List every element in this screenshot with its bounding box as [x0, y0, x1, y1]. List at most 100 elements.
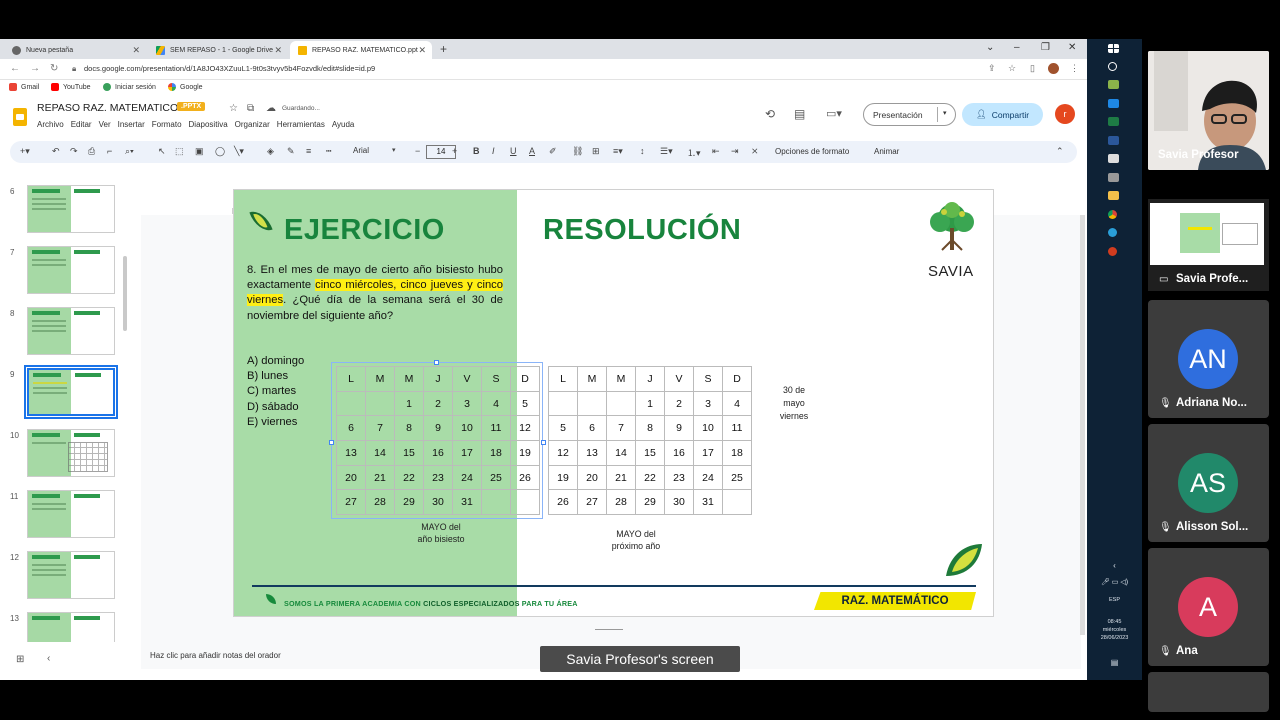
- comments-icon[interactable]: ▤: [794, 107, 805, 121]
- slide-thumbnail[interactable]: [27, 246, 115, 294]
- answer-options[interactable]: A) domingo B) lunes C) martes D) sábado …: [247, 354, 304, 430]
- resize-handle[interactable]: [434, 360, 439, 365]
- calendar-day-cell[interactable]: 28: [365, 489, 395, 516]
- highlight-icon[interactable]: ✐: [549, 146, 557, 157]
- calendar-day-cell[interactable]: [577, 390, 607, 417]
- menu-item[interactable]: Formato: [152, 120, 182, 129]
- border-dash-icon[interactable]: ┅: [326, 146, 331, 157]
- undo-icon[interactable]: ↶: [52, 146, 60, 157]
- calendar-day-cell[interactable]: 31: [693, 489, 723, 516]
- calendar-day-cell[interactable]: 23: [664, 464, 694, 491]
- browser-menu-icon[interactable]: ⋮: [1070, 63, 1079, 74]
- presenter-video-tile[interactable]: Savia Profesor: [1148, 51, 1269, 170]
- notification-icon[interactable]: ▤: [1087, 659, 1142, 667]
- calendar-day-cell[interactable]: 17: [452, 440, 482, 466]
- close-tab-icon[interactable]: ✕: [418, 45, 426, 56]
- calendar-day-cell[interactable]: 27: [336, 489, 366, 516]
- calendar-day-cell[interactable]: 6: [577, 415, 607, 442]
- print-icon[interactable]: ⎙: [88, 146, 95, 157]
- calendar-day-cell[interactable]: 10: [693, 415, 723, 442]
- calendar-day-cell[interactable]: 9: [423, 415, 453, 442]
- calendar-day-cell[interactable]: 14: [606, 440, 636, 466]
- resolution-heading[interactable]: RESOLUCIÓN: [543, 214, 741, 247]
- calendar-day-cell[interactable]: 23: [423, 464, 453, 491]
- calendar-day-cell[interactable]: 5: [548, 415, 578, 442]
- calendar-day-cell[interactable]: 29: [635, 489, 665, 516]
- menu-item[interactable]: Archivo: [37, 120, 64, 129]
- bookmark-gmail[interactable]: Gmail: [9, 83, 39, 91]
- calendar-day-cell[interactable]: 1: [394, 390, 424, 417]
- calendar-day-cell[interactable]: 16: [423, 440, 453, 466]
- new-tab-icon[interactable]: +: [440, 42, 447, 56]
- slide-thumbnail[interactable]: [27, 612, 115, 642]
- font-dropdown-icon[interactable]: ▾: [392, 146, 396, 154]
- redo-icon[interactable]: ↷: [70, 146, 78, 157]
- calendar-day-cell[interactable]: [606, 390, 636, 417]
- calendar-day-cell[interactable]: 25: [481, 464, 511, 491]
- calendar-day-cell[interactable]: 11: [722, 415, 752, 442]
- calendar-day-cell[interactable]: 2: [664, 390, 694, 417]
- share-button[interactable]: 👤︎ Compartir: [962, 103, 1043, 126]
- calendar-day-cell[interactable]: [365, 390, 395, 417]
- menu-item[interactable]: Insertar: [118, 120, 145, 129]
- calendar-day-cell[interactable]: 21: [365, 464, 395, 491]
- image-icon[interactable]: ▣: [195, 146, 204, 157]
- resize-handle[interactable]: [329, 440, 334, 445]
- calendar-day-cell[interactable]: [722, 489, 752, 516]
- calendar-day-cell[interactable]: 25: [722, 464, 752, 491]
- collapse-toolbar-icon[interactable]: ⌃: [1056, 146, 1064, 157]
- participant-tile[interactable]: A 🎙︎ Ana: [1148, 548, 1269, 666]
- border-color-icon[interactable]: ✎: [287, 146, 295, 157]
- filmstrip-scrollbar[interactable]: [123, 256, 127, 331]
- calendar-day-cell[interactable]: 8: [394, 415, 424, 442]
- calendar-day-cell[interactable]: 5: [510, 390, 540, 417]
- calendar-day-cell[interactable]: 7: [606, 415, 636, 442]
- calendar-day-cell[interactable]: 14: [365, 440, 395, 466]
- calendar-day-cell[interactable]: 2: [423, 390, 453, 417]
- resize-handle[interactable]: [541, 440, 546, 445]
- select-area-icon[interactable]: ⬚: [175, 146, 184, 157]
- collapse-filmstrip-icon[interactable]: ‹: [47, 653, 50, 664]
- calendar-day-cell[interactable]: 19: [510, 440, 540, 466]
- calendar-day-cell[interactable]: 26: [510, 464, 540, 491]
- calendar-day-cell[interactable]: 9: [664, 415, 694, 442]
- present-button[interactable]: Presentación ▾: [863, 103, 956, 126]
- calendar-day-cell[interactable]: 30: [664, 489, 694, 516]
- decrease-size-icon[interactable]: −: [415, 146, 420, 156]
- bookmark-star-icon[interactable]: ☆: [1008, 63, 1016, 74]
- bookmark-google[interactable]: Google: [168, 83, 203, 91]
- border-weight-icon[interactable]: ≡: [306, 146, 311, 156]
- meet-icon[interactable]: ▭▾: [826, 107, 842, 120]
- calendar-day-cell[interactable]: 3: [452, 390, 482, 417]
- calendar-day-cell[interactable]: 15: [635, 440, 665, 466]
- grid-view-icon[interactable]: ⊞: [16, 654, 24, 665]
- format-options-button[interactable]: Opciones de formato: [775, 147, 849, 156]
- calendar-day-cell[interactable]: 19: [548, 464, 578, 491]
- calendar-day-cell[interactable]: 21: [606, 464, 636, 491]
- restore-icon[interactable]: ❐: [1041, 42, 1050, 53]
- menu-item[interactable]: Diapositiva: [189, 120, 228, 129]
- problem-text[interactable]: 8. En el mes de mayo de cierto año bisie…: [247, 263, 503, 324]
- line-icon[interactable]: ╲▾: [234, 146, 244, 157]
- close-tab-icon[interactable]: ✕: [274, 45, 282, 56]
- search-icon[interactable]: [1108, 62, 1117, 71]
- calendar-leap-year-table[interactable]: L M M J V S D 1 2 3 4 5 6 7 8 9 10 11 12 13 14 15 16 17 18 19 20 21…: [336, 366, 540, 516]
- slide-thumbnail[interactable]: [27, 185, 115, 233]
- calendar-day-cell[interactable]: [510, 489, 540, 516]
- minimize-icon[interactable]: –: [1014, 42, 1020, 53]
- browser-tab[interactable]: Nueva pestaña ✕: [4, 41, 146, 59]
- shape-icon[interactable]: ◯: [215, 146, 225, 157]
- paint-format-icon[interactable]: ⌐: [107, 146, 112, 156]
- italic-icon[interactable]: I: [492, 146, 495, 156]
- screen-share-thumbnail[interactable]: Savia Profe... ▭: [1148, 199, 1269, 291]
- back-icon[interactable]: ←: [10, 63, 20, 74]
- close-window-icon[interactable]: ✕: [1068, 42, 1076, 53]
- calendar-day-cell[interactable]: 10: [452, 415, 482, 442]
- reload-icon[interactable]: ↻: [50, 63, 58, 74]
- increase-size-icon[interactable]: +: [452, 146, 457, 156]
- participant-tile[interactable]: [1148, 672, 1269, 712]
- browser-tab-active[interactable]: REPASO RAZ. MATEMATICO.ppt ✕: [290, 41, 432, 59]
- calendar-day-cell[interactable]: 11: [481, 415, 511, 442]
- close-tab-icon[interactable]: ✕: [132, 45, 140, 56]
- slide-thumbnail[interactable]: [24, 365, 118, 419]
